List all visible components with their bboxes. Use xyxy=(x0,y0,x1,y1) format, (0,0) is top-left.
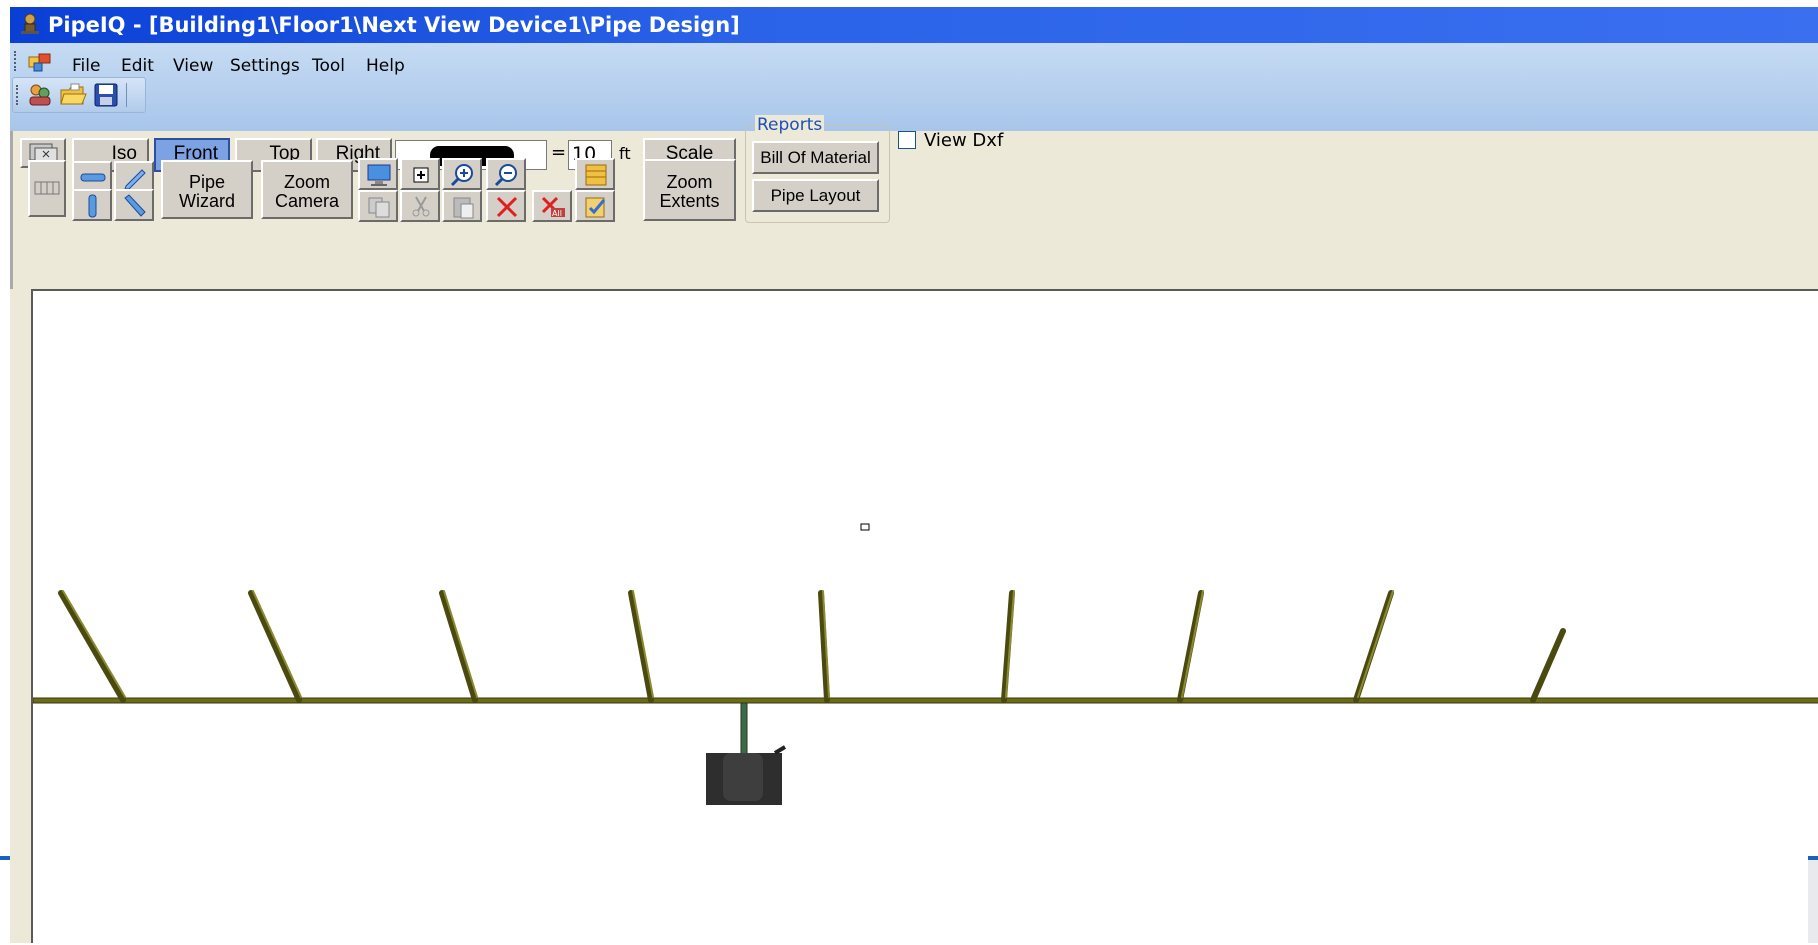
pipe-wizard-label-1: Pipe xyxy=(188,172,226,192)
zoom-extents-label-1: Zoom xyxy=(666,172,713,192)
toolbar-separator xyxy=(126,83,127,107)
branch-pipe[interactable] xyxy=(1353,590,1394,703)
horizontal-pipe-icon xyxy=(80,173,106,182)
slide-edge-right-fill xyxy=(1808,860,1818,943)
cut-button[interactable] xyxy=(400,190,440,222)
branch-pipe[interactable] xyxy=(58,590,126,703)
diagonal-pipe-icon xyxy=(124,194,146,217)
table-button[interactable] xyxy=(575,158,615,190)
zoom-out-button[interactable] xyxy=(486,158,526,190)
pipe-wizard-label-2: Wizard xyxy=(178,191,235,211)
branch-pipe[interactable] xyxy=(628,590,654,703)
users-icon[interactable] xyxy=(27,82,53,108)
delete-all-icon: All xyxy=(541,196,565,218)
add-button[interactable] xyxy=(400,158,440,190)
menu-help[interactable]: Help xyxy=(366,56,405,76)
menu-toolbar-band: File Edit View Settings Tool Help xyxy=(10,43,1818,131)
reports-legend: Reports xyxy=(755,115,825,135)
checklist-icon xyxy=(585,197,606,218)
mdi-window-icon[interactable] xyxy=(28,53,52,73)
delete-all-button[interactable]: All xyxy=(532,190,572,222)
menu-grip[interactable] xyxy=(14,51,19,71)
slide-edge-left xyxy=(0,856,10,860)
delete-button[interactable] xyxy=(486,190,526,222)
menu-tool[interactable]: Tool xyxy=(312,56,345,76)
valve-device[interactable] xyxy=(706,745,787,805)
zoom-in-icon xyxy=(450,164,473,187)
view-dxf-checkbox[interactable] xyxy=(898,131,916,149)
scale-equals: = xyxy=(551,142,567,163)
plus-box-icon xyxy=(413,167,429,183)
quick-toolbar xyxy=(12,77,146,113)
open-folder-icon[interactable] xyxy=(59,82,87,108)
branch-pipe[interactable] xyxy=(439,590,478,703)
branch-pipe-highlights xyxy=(62,590,1394,698)
branch-pipe[interactable] xyxy=(1530,628,1566,703)
copy-button[interactable] xyxy=(358,190,398,222)
scissors-icon xyxy=(412,196,430,217)
pipe-drawing[interactable] xyxy=(33,291,1818,945)
menu-settings[interactable]: Settings xyxy=(230,56,300,76)
menu-view[interactable]: View xyxy=(173,56,213,76)
grid-button[interactable] xyxy=(28,160,66,217)
copy-icon xyxy=(368,197,390,218)
pipe-wizard-button[interactable]: Pipe Wizard xyxy=(161,160,253,219)
table-icon xyxy=(585,164,607,186)
zoom-extents-label-2: Extents xyxy=(659,191,720,211)
zoom-camera-label-1: Zoom xyxy=(283,172,330,192)
window-title: PipeIQ - [Building1\Floor1\Next View Dev… xyxy=(48,13,740,37)
zoom-camera-label-2: Camera xyxy=(274,191,340,211)
bill-of-material-button[interactable]: Bill Of Material xyxy=(752,141,879,174)
save-icon[interactable] xyxy=(93,82,119,108)
branch-pipe[interactable] xyxy=(248,590,302,703)
grid-icon xyxy=(34,181,60,195)
menu-file[interactable]: File xyxy=(72,56,100,76)
vertical-pipe-icon xyxy=(88,194,97,218)
paste-icon xyxy=(453,197,474,219)
delete-icon xyxy=(496,196,518,218)
branch-pipe[interactable] xyxy=(1177,590,1204,703)
menu-edit[interactable]: Edit xyxy=(121,56,154,76)
display-button[interactable] xyxy=(358,158,398,190)
view-dxf-label: View Dxf xyxy=(924,130,1004,151)
toolbar-grip[interactable] xyxy=(16,85,21,105)
branch-pipes[interactable] xyxy=(58,590,1566,703)
zoom-extents-button[interactable]: Zoom Extents xyxy=(643,159,736,221)
left-gutter xyxy=(10,289,31,943)
scale-unit: ft xyxy=(619,144,631,163)
title-bar: PipeIQ - [Building1\Floor1\Next View Dev… xyxy=(10,7,1818,43)
pencil-icon xyxy=(124,169,146,190)
vertical-pipe-button[interactable] xyxy=(72,189,112,221)
tool-panel: Iso Front Top Right = 10 ft Scale Pipe W… xyxy=(10,115,1818,289)
riser-pipe[interactable] xyxy=(740,702,748,756)
pipe-layout-button[interactable]: Pipe Layout xyxy=(752,179,879,212)
checklist-button[interactable] xyxy=(575,190,615,222)
cursor-marker xyxy=(860,523,870,531)
zoom-in-button[interactable] xyxy=(442,158,482,190)
svg-text:All: All xyxy=(552,209,562,218)
zoom-camera-button[interactable]: Zoom Camera xyxy=(261,160,353,219)
design-viewport[interactable] xyxy=(31,289,1818,943)
app-icon xyxy=(21,13,39,34)
paste-button[interactable] xyxy=(442,190,482,222)
monitor-icon xyxy=(367,164,391,186)
diagonal-pipe-button[interactable] xyxy=(114,189,154,221)
zoom-out-icon xyxy=(494,164,517,187)
